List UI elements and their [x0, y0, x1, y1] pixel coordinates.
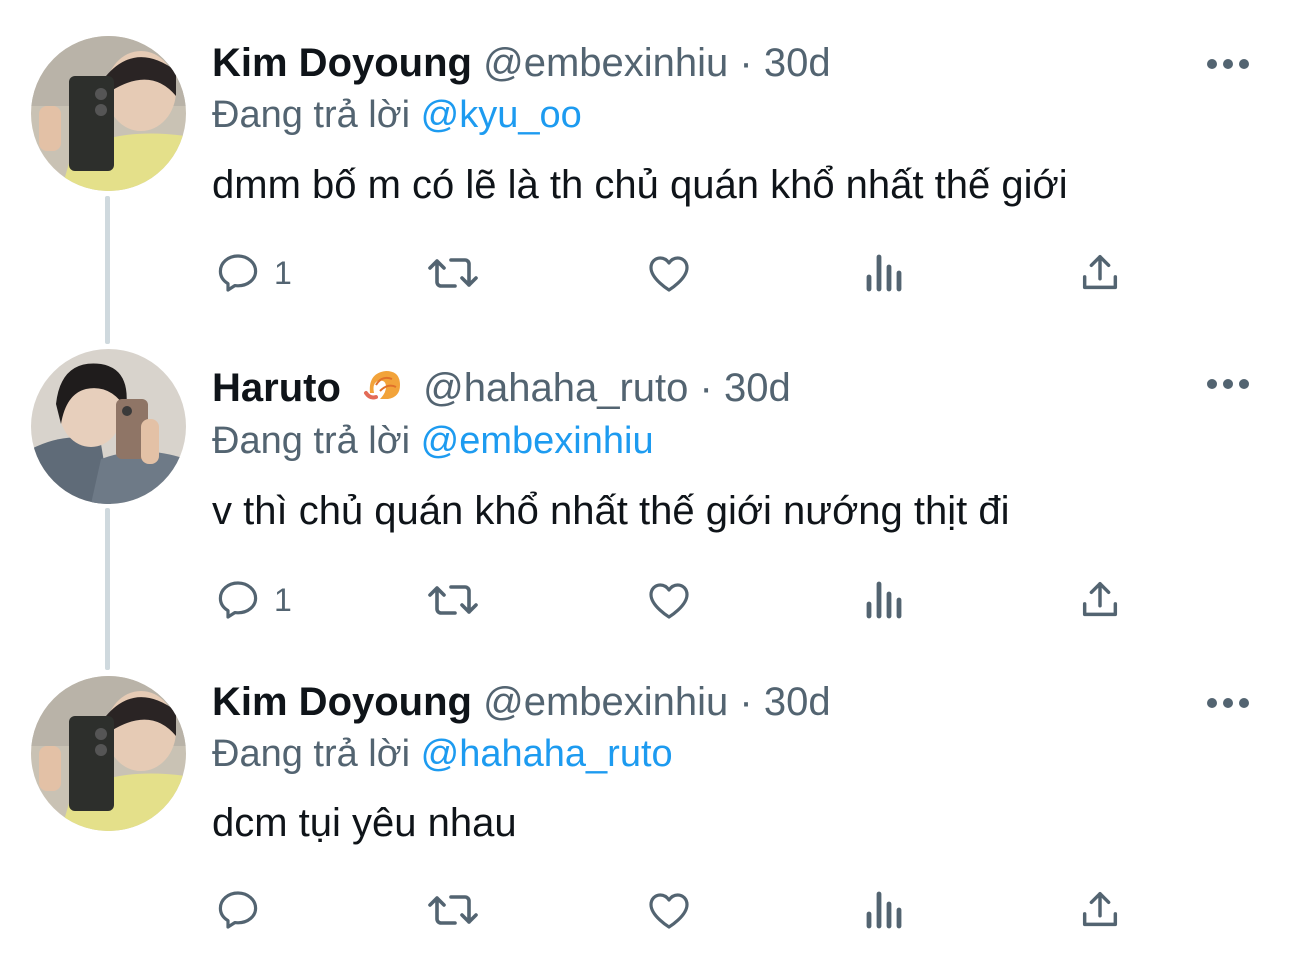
views-button[interactable] — [863, 243, 907, 303]
reply-mention[interactable]: @hahaha_ruto — [421, 733, 673, 775]
like-button[interactable] — [644, 243, 694, 303]
reply-button[interactable] — [214, 880, 274, 940]
separator: · — [739, 680, 753, 724]
separator: · — [699, 366, 713, 410]
reply-count: 1 — [274, 581, 292, 618]
reply-icon — [214, 576, 262, 624]
more-icon[interactable] — [1206, 57, 1250, 69]
tweet-text: dmm bố m có lẽ là th chủ quán khổ nhất t… — [212, 163, 1068, 207]
tweet[interactable]: Haruto @hahaha_ruto · 30d Đang trả lời @… — [0, 325, 1290, 650]
tweet-header: Kim Doyoung @embexinhiu · 30d — [212, 677, 831, 727]
author-handle[interactable]: @embexinhiu — [483, 680, 728, 724]
views-button[interactable] — [863, 570, 907, 630]
more-icon[interactable] — [1206, 377, 1250, 389]
views-icon — [863, 576, 907, 624]
retweet-button[interactable] — [425, 880, 481, 940]
views-button[interactable] — [863, 880, 907, 940]
replying-to: Đang trả lời @hahaha_ruto — [212, 729, 673, 779]
author-name[interactable]: Haruto — [212, 366, 341, 410]
timestamp[interactable]: 30d — [764, 41, 831, 85]
like-button[interactable] — [644, 880, 694, 940]
tweet-header: Kim Doyoung @embexinhiu · 30d — [212, 38, 831, 88]
views-icon — [863, 886, 907, 934]
reply-button[interactable]: 1 — [214, 243, 292, 303]
reply-icon — [214, 249, 262, 297]
share-button[interactable] — [1077, 880, 1123, 940]
like-icon — [644, 249, 694, 297]
tweet-actions — [0, 880, 1290, 940]
timestamp[interactable]: 30d — [724, 366, 791, 410]
tweet[interactable]: Kim Doyoung @embexinhiu · 30d Đang trả l… — [0, 650, 1290, 959]
reply-count: 1 — [274, 254, 292, 291]
replying-to-label: Đang trả lời — [212, 733, 411, 775]
retweet-button[interactable] — [425, 570, 481, 630]
tweet[interactable]: Kim Doyoung @embexinhiu · 30d Đang trả l… — [0, 0, 1290, 325]
share-button[interactable] — [1077, 570, 1123, 630]
replying-to: Đang trả lời @embexinhiu — [212, 416, 654, 466]
tweet-header: Haruto @hahaha_ruto · 30d — [212, 363, 791, 419]
reply-icon — [214, 886, 262, 934]
replying-to-label: Đang trả lời — [212, 94, 411, 136]
retweet-icon — [425, 886, 481, 934]
share-icon — [1077, 886, 1123, 934]
tweet-text: dcm tụi yêu nhau — [212, 801, 517, 845]
like-icon — [644, 576, 694, 624]
share-button[interactable] — [1077, 243, 1123, 303]
replying-to: Đang trả lời @kyu_oo — [212, 90, 582, 140]
separator: · — [739, 41, 753, 85]
timestamp[interactable]: 30d — [764, 680, 831, 724]
retweet-button[interactable] — [425, 243, 481, 303]
share-icon — [1077, 576, 1123, 624]
shrimp-emoji — [362, 363, 406, 419]
tweet-actions: 1 — [0, 570, 1290, 630]
avatar[interactable] — [31, 349, 186, 504]
author-handle[interactable]: @hahaha_ruto — [423, 366, 688, 410]
avatar[interactable] — [31, 676, 186, 831]
reply-mention[interactable]: @embexinhiu — [421, 420, 654, 462]
author-name[interactable]: Kim Doyoung — [212, 680, 472, 724]
avatar[interactable] — [31, 36, 186, 191]
like-icon — [644, 886, 694, 934]
reply-button[interactable]: 1 — [214, 570, 292, 630]
more-icon[interactable] — [1206, 696, 1250, 708]
retweet-icon — [425, 576, 481, 624]
views-icon — [863, 249, 907, 297]
tweet-text: v thì chủ quán khổ nhất thế giới nướng t… — [212, 489, 1010, 533]
tweet-actions: 1 — [0, 243, 1290, 303]
reply-mention[interactable]: @kyu_oo — [421, 94, 582, 136]
retweet-icon — [425, 249, 481, 297]
replying-to-label: Đang trả lời — [212, 420, 411, 462]
like-button[interactable] — [644, 570, 694, 630]
author-name[interactable]: Kim Doyoung — [212, 41, 472, 85]
author-handle[interactable]: @embexinhiu — [483, 41, 728, 85]
share-icon — [1077, 249, 1123, 297]
